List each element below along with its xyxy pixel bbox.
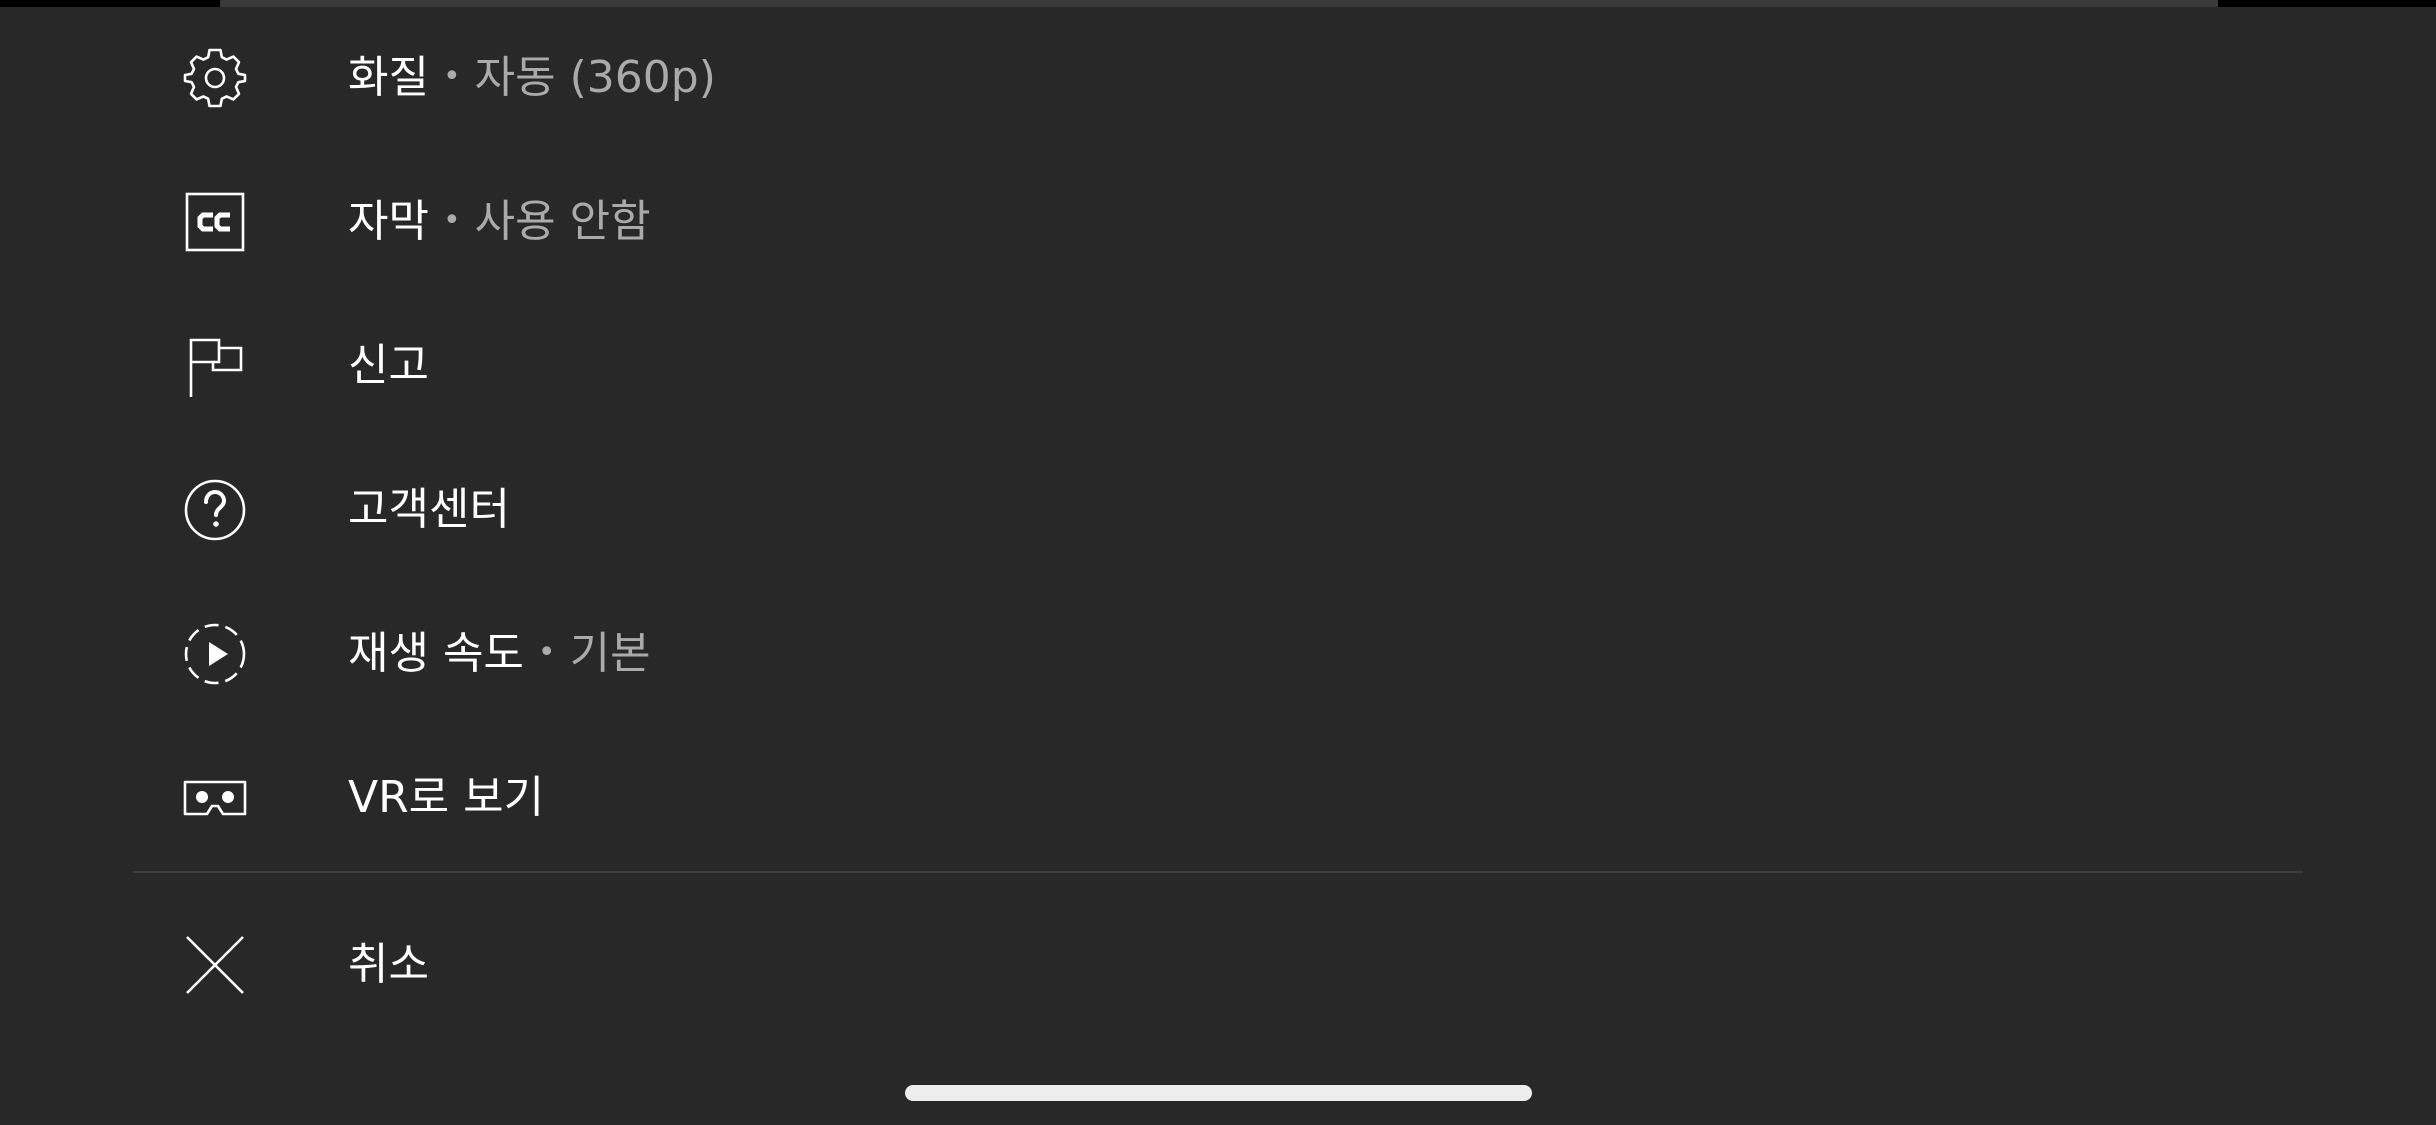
menu-item-vr[interactable]: VR로 보기 bbox=[133, 726, 2303, 870]
playback-speed-icon bbox=[183, 622, 247, 686]
flag-icon bbox=[183, 334, 247, 398]
menu-item-label: 재생 속도 bbox=[348, 628, 524, 679]
menu-item-playback-speed[interactable]: 재생 속도 • 기본 bbox=[133, 582, 2303, 726]
close-icon bbox=[183, 933, 247, 997]
vr-headset-icon bbox=[183, 766, 247, 830]
menu-item-captions[interactable]: 자막 • 사용 안함 bbox=[133, 150, 2303, 294]
closed-captions-icon bbox=[183, 190, 247, 254]
menu-item-value: 자동 (360p) bbox=[474, 52, 716, 103]
menu-item-help[interactable]: 고객센터 bbox=[133, 438, 2303, 582]
menu-item-label: 고객센터 bbox=[348, 484, 510, 535]
menu-item-label: 신고 bbox=[348, 340, 429, 391]
menu-divider bbox=[133, 871, 2303, 873]
menu-item-value: 기본 bbox=[569, 628, 651, 679]
menu-item-separator: • bbox=[537, 635, 556, 670]
menu-item-report[interactable]: 신고 bbox=[133, 294, 2303, 438]
menu-item-separator: • bbox=[442, 203, 461, 238]
help-circle-icon bbox=[183, 478, 247, 542]
gear-icon bbox=[183, 46, 247, 110]
cancel-button[interactable]: 취소 bbox=[133, 893, 2303, 1037]
settings-bottom-sheet: 화질 • 자동 (360p) 자막 • 사용 안함 신고 고객센터 재생 속도 … bbox=[0, 0, 2436, 1125]
menu-item-label: 자막 bbox=[348, 196, 429, 247]
menu-item-separator: • bbox=[442, 59, 461, 94]
menu-item-value: 사용 안함 bbox=[474, 196, 651, 247]
menu-item-label: 화질 bbox=[348, 52, 429, 103]
menu-item-label: VR로 보기 bbox=[348, 772, 545, 823]
home-indicator[interactable] bbox=[905, 1085, 1532, 1101]
menu-item-quality[interactable]: 화질 • 자동 (360p) bbox=[133, 6, 2303, 150]
cancel-label: 취소 bbox=[348, 939, 429, 990]
